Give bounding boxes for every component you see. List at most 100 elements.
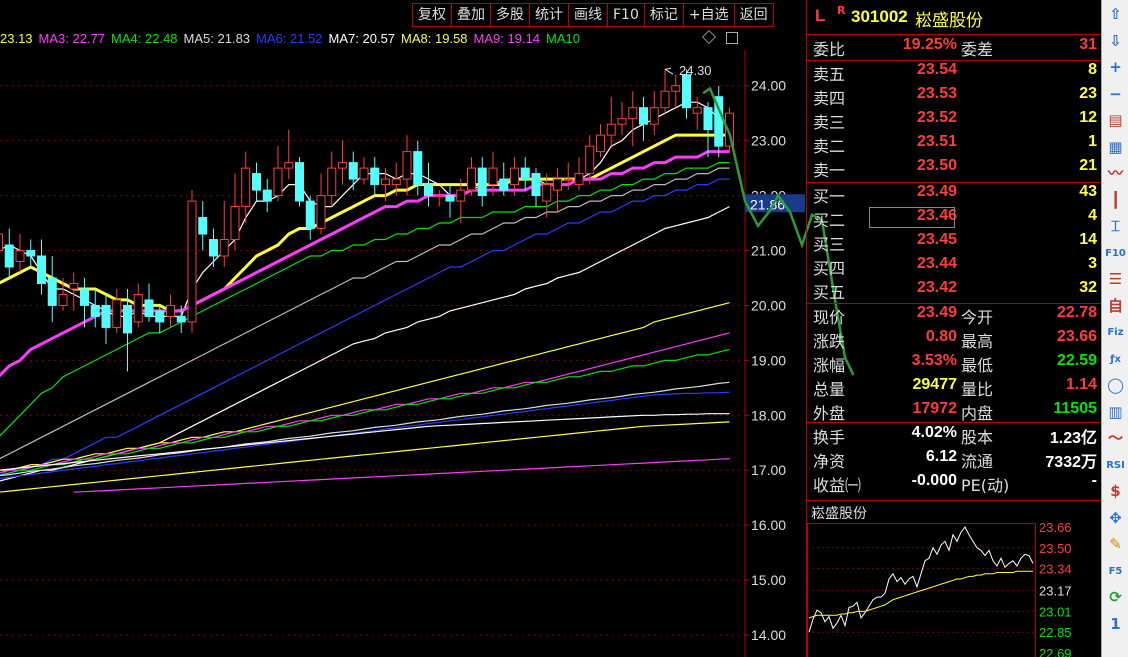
candle[interactable] (144, 283, 154, 322)
candle[interactable] (628, 91, 638, 147)
stat-row: 净资 6.12 流通 7332万 (811, 448, 1101, 472)
page-number-icon[interactable]: 1 (1105, 614, 1126, 635)
candle[interactable] (209, 228, 218, 267)
candle[interactable] (305, 195, 315, 240)
candle[interactable] (133, 283, 143, 328)
candle[interactable] (198, 201, 208, 251)
candle[interactable] (520, 157, 530, 191)
candle[interactable] (617, 102, 627, 136)
toolbar-button-6[interactable]: 标记 (644, 3, 684, 27)
zoom-out-icon[interactable]: − (1105, 84, 1126, 105)
f10-icon[interactable]: F10 (1105, 243, 1126, 264)
pencil-icon[interactable]: ✎ (1105, 534, 1126, 555)
zoom-in-icon[interactable]: + (1105, 57, 1126, 78)
candle[interactable] (649, 91, 659, 136)
down-arrow-icon[interactable]: ⇩ (1105, 31, 1126, 52)
ma-settings-box[interactable] (726, 32, 738, 44)
candle[interactable] (187, 190, 197, 333)
candle[interactable] (47, 255, 57, 322)
candle[interactable] (445, 184, 455, 218)
refresh-icon[interactable]: ⟳ (1105, 587, 1126, 608)
rsi-icon[interactable]: RSI (1105, 455, 1126, 476)
wave-icon[interactable]: 〜 (1105, 428, 1126, 449)
candle[interactable] (273, 146, 283, 202)
candle[interactable] (553, 168, 562, 213)
candle[interactable] (26, 239, 36, 267)
candle[interactable] (370, 157, 380, 196)
candle[interactable] (166, 294, 175, 328)
candle[interactable] (284, 129, 294, 180)
order-level-label: 买三 (813, 235, 846, 254)
toolbar-button-2[interactable]: 多股 (491, 3, 530, 27)
intraday-mini-chart[interactable]: 23.66 23.50 23.34 23.17 23.01 22.85 22.69 (807, 523, 1102, 657)
order-book-row: 买二 23.46 4 (811, 207, 1101, 231)
candle[interactable] (531, 168, 541, 207)
candle[interactable] (15, 234, 25, 273)
candle[interactable] (101, 294, 111, 344)
candle[interactable] (639, 96, 648, 141)
candle[interactable] (606, 96, 616, 147)
circle-icon[interactable]: ◯ (1105, 375, 1126, 396)
candle[interactable] (112, 288, 122, 333)
ma-toggle-icon[interactable] (701, 29, 717, 45)
stat-label: 股本 (961, 428, 994, 447)
candle[interactable] (262, 179, 272, 213)
candlestick-chart[interactable]: 24.0023.0022.0021.0020.0019.0018.0017.00… (0, 50, 855, 657)
intraday-price-line (808, 526, 1034, 633)
stat-value: 11505 (1053, 400, 1097, 417)
candle[interactable] (596, 124, 605, 158)
candle[interactable] (348, 151, 358, 191)
weibi-row: 委比 19.25% 委差 31 (811, 36, 1101, 60)
candle[interactable] (359, 157, 369, 185)
candle[interactable] (574, 157, 584, 191)
fiz-icon[interactable]: Fiz (1105, 322, 1126, 343)
candle[interactable] (467, 157, 476, 196)
candle[interactable] (219, 201, 229, 267)
candle[interactable] (69, 272, 79, 311)
grid-icon[interactable]: ▦ (1105, 137, 1126, 158)
line-chart-icon[interactable]: 〰 (1105, 163, 1126, 184)
f5-icon[interactable]: F5 (1105, 561, 1126, 582)
self-icon[interactable]: 自 (1105, 296, 1126, 317)
candle[interactable] (671, 74, 681, 108)
candle[interactable] (714, 85, 724, 158)
candle[interactable] (37, 239, 46, 295)
stat-label: 流通 (961, 452, 994, 471)
candle[interactable] (660, 69, 670, 114)
formula-icon[interactable]: ƒx (1105, 349, 1126, 370)
candle[interactable] (230, 173, 240, 251)
candle[interactable] (316, 173, 326, 235)
toolbar-button-4[interactable]: 画线 (569, 3, 608, 27)
toolbar-button-7[interactable]: +自选 (683, 3, 735, 27)
quote-panel: L R 301002 崧盛股份 委比 19.25% 委差 31 卖五 23.54 8… (806, 0, 1102, 657)
doc-icon[interactable]: ☰ (1105, 269, 1126, 290)
price-axis-label: 24.00 (751, 78, 786, 94)
toolbar-button-5[interactable]: F10 (608, 3, 645, 27)
report-icon[interactable]: ▤ (1105, 110, 1126, 131)
candle[interactable] (327, 151, 337, 207)
move-icon[interactable]: ✥ (1105, 508, 1126, 529)
candle[interactable] (4, 228, 14, 278)
candle[interactable] (402, 135, 412, 196)
up-arrow-icon[interactable]: ⇧ (1105, 4, 1126, 25)
ruler-icon[interactable]: ⌶ (1105, 216, 1126, 237)
selected-price-box[interactable] (869, 207, 955, 228)
money-icon[interactable]: $ (1105, 481, 1126, 502)
weicha-label: 委差 (961, 40, 994, 59)
bars-icon[interactable]: ▥ (1105, 402, 1126, 423)
candle[interactable] (295, 157, 304, 207)
toolbar-button-1[interactable]: 叠加 (452, 3, 491, 27)
ma-legend-item: MA4: 22.48 (111, 31, 178, 46)
candlestick-icon[interactable]: ┃ (1105, 190, 1126, 211)
candle[interactable] (703, 102, 713, 158)
intraday-average-line (808, 570, 1033, 619)
toolbar-button-3[interactable]: 统计 (530, 3, 569, 27)
toolbar-button-8[interactable]: 返回 (734, 3, 774, 27)
candle[interactable] (434, 190, 444, 207)
candle[interactable] (338, 140, 347, 185)
candle[interactable] (90, 288, 100, 328)
candle[interactable] (424, 162, 433, 207)
candle[interactable] (0, 212, 3, 283)
toolbar-button-0[interactable]: 复权 (412, 3, 452, 27)
candle[interactable] (477, 157, 487, 207)
